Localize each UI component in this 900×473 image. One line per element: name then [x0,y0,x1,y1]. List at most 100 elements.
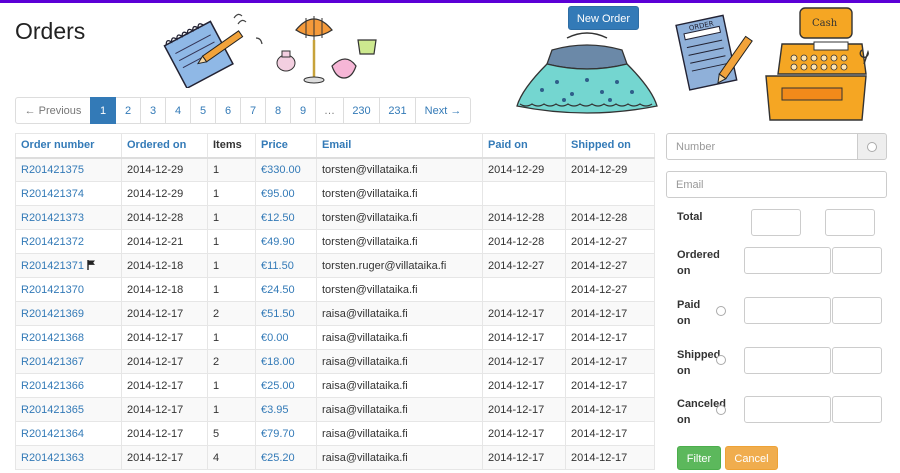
order-number-link[interactable]: R201421363 [21,452,84,464]
paid-on-from-input[interactable] [744,297,831,324]
number-radio-icon[interactable] [867,141,877,152]
column-header-price[interactable]: Price [255,133,317,159]
column-header-shipped-on[interactable]: Shipped on [565,133,655,159]
ordered-on-cell: 2014-12-17 [121,349,208,374]
paid-on-label: Paid on [677,299,701,327]
email-cell: raisa@villataika.fi [316,325,483,350]
shipped-on-radio-icon[interactable] [716,355,726,365]
order-number-link[interactable]: R201421366 [21,380,84,392]
paid-on-cell: 2014-12-28 [482,229,566,254]
email-cell: torsten@villataika.fi [316,181,483,206]
table-row: R201421367 2014-12-17 2 €18.00 raisa@villata… [15,349,655,374]
shipped-on-cell: 2014-12-17 [565,397,655,422]
order-number-link[interactable]: R201421364 [21,428,84,440]
register-text: Cash [812,18,838,29]
email-cell: raisa@villataika.fi [316,397,483,422]
pagination-page-7[interactable]: 7 [240,97,266,124]
pagination-page-230[interactable]: 230 [343,97,380,124]
paid-on-cell: 2014-12-17 [482,397,566,422]
items-cell: 1 [207,373,256,398]
shipped-on-cell [565,181,655,206]
order-number-link[interactable]: R201421370 [21,284,84,296]
paid-on-cell: 2014-12-27 [482,253,566,278]
pagination-page-6[interactable]: 6 [215,97,241,124]
table-row: R201421370 2014-12-18 1 €24.50 torsten@villa… [15,277,655,302]
shipped-on-cell: 2014-12-28 [565,205,655,230]
paid-on-cell: 2014-12-28 [482,205,566,230]
items-cell: 2 [207,301,256,326]
shipped-on-from-input[interactable] [744,347,831,374]
price-cell: €49.90 [255,229,317,254]
shipped-on-cell: 2014-12-27 [565,253,655,278]
new-order-button[interactable]: New Order [568,6,639,30]
order-number-link[interactable]: R201421368 [21,332,84,344]
number-input-addon[interactable] [857,133,887,160]
canceled-on-radio-icon[interactable] [716,405,726,415]
paid-on-cell: 2014-12-17 [482,301,566,326]
cancel-button[interactable]: Cancel [725,446,778,470]
pagination-page-3[interactable]: 3 [140,97,166,124]
paid-on-cell: 2014-12-17 [482,445,566,470]
table-row: R201421363 2014-12-17 4 €25.20 raisa@villata… [15,445,655,470]
order-number-cell: R201421373 [15,205,122,230]
order-number-link[interactable]: R201421374 [21,188,84,200]
order-number-link[interactable]: R201421375 [21,164,84,176]
column-header-order-number[interactable]: Order number [15,133,122,159]
order-number-link[interactable]: R201421367 [21,356,84,368]
table-row: R201421373 2014-12-28 1 €12.50 torsten@villa… [15,205,655,230]
price-cell: €18.00 [255,349,317,374]
price-cell: €25.00 [255,373,317,398]
table-row: R201421374 2014-12-29 1 €95.00 torsten@villa… [15,181,655,206]
order-number-link[interactable]: R201421365 [21,404,84,416]
column-header-email[interactable]: Email [316,133,483,159]
table-row: R201421365 2014-12-17 1 €3.95 raisa@villatai… [15,397,655,422]
email-cell: raisa@villataika.fi [316,301,483,326]
shipped-on-to-input[interactable] [832,347,882,374]
order-number-link[interactable]: R201421371 [21,260,84,272]
pagination-page-8[interactable]: 8 [265,97,291,124]
total-min-input[interactable] [751,209,801,236]
lamp-jars-illustration [276,16,377,84]
ordered-on-cell: 2014-12-29 [121,181,208,206]
table-row: R201421366 2014-12-17 1 €25.00 raisa@villata… [15,373,655,398]
pagination-previous[interactable]: ← Previous [15,97,91,124]
order-number-cell: R201421366 [15,373,122,398]
total-max-input[interactable] [825,209,875,236]
table-row: R201421369 2014-12-17 2 €51.50 raisa@villata… [15,301,655,326]
flag-icon [87,259,96,270]
shipped-on-cell: 2014-12-27 [565,229,655,254]
order-number-cell: R201421365 [15,397,122,422]
order-number-link[interactable]: R201421369 [21,308,84,320]
filter-email-input[interactable] [666,171,887,198]
paid-on-cell: 2014-12-17 [482,349,566,374]
ordered-on-cell: 2014-12-17 [121,397,208,422]
pagination-page-2[interactable]: 2 [115,97,141,124]
paid-on-radio-icon[interactable] [716,306,726,316]
pagination-next[interactable]: Next → [415,97,471,124]
order-number-cell: R201421368 [15,325,122,350]
filter-number-input[interactable] [666,133,858,160]
email-cell: torsten.ruger@villataika.fi [316,253,483,278]
shipped-on-cell: 2014-12-17 [565,325,655,350]
pagination-page-9[interactable]: 9 [290,97,316,124]
items-cell: 1 [207,277,256,302]
pagination-page-231[interactable]: 231 [379,97,416,124]
pagination-page-1[interactable]: 1 [90,97,116,124]
paid-on-to-input[interactable] [832,297,882,324]
order-number-link[interactable]: R201421372 [21,236,84,248]
email-cell: torsten@villataika.fi [316,205,483,230]
order-number-link[interactable]: R201421373 [21,212,84,224]
price-cell: €25.20 [255,445,317,470]
pagination-page-5[interactable]: 5 [190,97,216,124]
column-header-ordered-on[interactable]: Ordered on [121,133,208,159]
items-cell: 1 [207,325,256,350]
column-header-paid-on[interactable]: Paid on [482,133,566,159]
filter-button[interactable]: Filter [677,446,721,470]
pagination-page-4[interactable]: 4 [165,97,191,124]
canceled-on-to-input[interactable] [832,396,882,423]
ordered-on-from-input[interactable] [744,247,831,274]
ordered-on-to-input[interactable] [832,247,882,274]
paid-on-cell: 2014-12-17 [482,373,566,398]
top-accent-bar [0,0,900,3]
canceled-on-from-input[interactable] [744,396,831,423]
